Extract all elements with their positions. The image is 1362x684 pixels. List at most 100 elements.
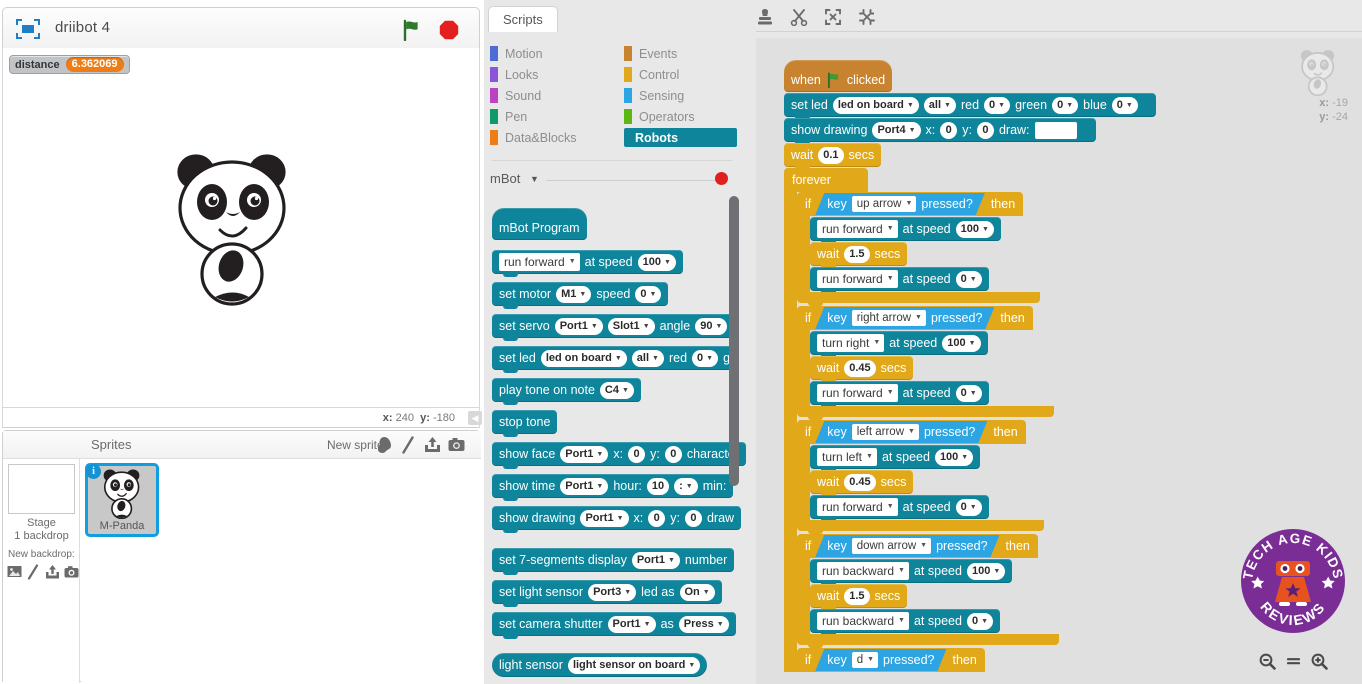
palette-block-set-light-sensor-led[interactable]: set light sensor Port3 ▼ led as On ▼ <box>492 580 722 607</box>
palette-block-stop-tone[interactable]: stop tone <box>492 410 558 437</box>
upload-backdrop-icon[interactable] <box>45 564 60 580</box>
category-sensing[interactable]: Sensing <box>624 86 690 105</box>
category-operators[interactable]: Operators <box>624 107 701 126</box>
if-header-d-key[interactable]: if key d ▼ pressed? then <box>797 648 985 672</box>
wait-value-input[interactable]: 1.5 <box>844 587 870 605</box>
block-run-backward-0[interactable]: run backward ▼ at speed 0 ▼ <box>810 609 1001 636</box>
block-wait[interactable]: wait 1.5 secs <box>810 242 908 269</box>
category-data-blocks[interactable]: Data&Blocks <box>490 128 583 147</box>
led-red-value[interactable]: 0 ▼ <box>984 96 1011 114</box>
palette-block-set-camera-shutter[interactable]: set camera shutter Port1 ▼ as Press ▼ <box>492 612 736 639</box>
palette-block-set-motor[interactable]: set motor M1 ▼ speed 0 ▼ <box>492 282 669 309</box>
speed-dropdown[interactable]: 0 ▼ <box>955 384 982 402</box>
motor-action-dropdown[interactable]: run forward ▼ <box>817 498 898 516</box>
if-header-left-arrow[interactable]: if key left arrow ▼ pressed? then <box>797 420 1026 444</box>
palette-block-show-face[interactable]: show face Port1 ▼ x: 0 y: 0 character <box>492 442 746 469</box>
speed-dropdown[interactable]: 100 ▼ <box>934 448 974 466</box>
speed-dropdown[interactable]: 0 ▼ <box>966 612 994 630</box>
motor-action-dropdown[interactable]: run forward ▼ <box>817 270 898 288</box>
block-show-drawing[interactable]: show drawing Port4 ▼ x: 0 y: 0 draw: <box>784 118 1096 145</box>
palette-block-show-drawing[interactable]: show drawing Port1 ▼ x: 0 y: 0 draw <box>492 506 742 533</box>
drawing-y-input[interactable]: 0 <box>684 509 702 527</box>
palette-block-mbot-program[interactable]: mBot Program <box>492 208 587 240</box>
block-run-forward-0[interactable]: run forward ▼ at speed 0 ▼ <box>810 381 989 408</box>
paint-backdrop-icon[interactable] <box>26 564 41 580</box>
zoom-in-icon[interactable] <box>1311 653 1328 670</box>
presentation-mode-icon[interactable] <box>15 18 41 40</box>
speed-dropdown[interactable]: 100 ▼ <box>966 562 1006 580</box>
drawing-x-input[interactable]: 0 <box>648 509 666 527</box>
stamp-icon[interactable] <box>756 8 774 26</box>
stop-sign-icon[interactable] <box>439 20 459 40</box>
if-header-right-arrow[interactable]: if key right arrow ▼ pressed? then <box>797 306 1033 330</box>
block-if-right-arrow[interactable]: if key right arrow ▼ pressed? then turn … <box>797 306 1059 420</box>
script-stack[interactable]: when clicked set led led on board ▼ all ▼ … <box>784 60 1156 672</box>
block-forever[interactable]: forever if key up arrow ▼ pressed? then … <box>784 168 1156 672</box>
face-port-dropdown[interactable]: Port1 ▼ <box>560 445 609 463</box>
category-control[interactable]: Control <box>624 65 685 84</box>
wait-value-input[interactable]: 0.45 <box>844 359 876 377</box>
block-if-up-arrow[interactable]: if key up arrow ▼ pressed? then run forw… <box>797 192 1059 306</box>
block-set-led[interactable]: set led led on board ▼ all ▼ red 0 ▼ green … <box>784 93 1156 120</box>
palette-scrollbar[interactable] <box>729 196 739 486</box>
upload-sprite-icon[interactable] <box>424 436 441 454</box>
block-turn-right-100[interactable]: turn right ▼ at speed 100 ▼ <box>810 331 988 358</box>
block-when-flag-clicked[interactable]: when clicked <box>784 60 893 92</box>
panda-sprite[interactable] <box>163 146 303 306</box>
block-if-left-arrow[interactable]: if key left arrow ▼ pressed? then turn l… <box>797 420 1059 534</box>
led-device-dropdown[interactable]: led on board ▼ <box>540 349 627 367</box>
chevron-down-icon[interactable]: ▼ <box>530 174 539 184</box>
face-y-input[interactable]: 0 <box>664 445 682 463</box>
drawing-matrix-input[interactable] <box>1034 121 1077 139</box>
face-x-input[interactable]: 0 <box>628 445 646 463</box>
drawing-port-dropdown[interactable]: Port4 ▼ <box>872 121 921 139</box>
block-run-backward-100[interactable]: run backward ▼ at speed 100 ▼ <box>810 559 1013 586</box>
time-hour-input[interactable]: 10 <box>646 477 670 495</box>
servo-angle-dropdown[interactable]: 90 ▼ <box>695 317 728 335</box>
camera-backdrop-icon[interactable] <box>64 564 79 580</box>
time-separator-dropdown[interactable]: : ▼ <box>674 477 698 495</box>
scripts-canvas[interactable]: x: -19 y: -24 when clicked set led led o… <box>756 38 1362 684</box>
time-port-dropdown[interactable]: Port1 ▼ <box>560 477 609 495</box>
category-looks[interactable]: Looks <box>490 65 544 84</box>
light-sensor-source-dropdown[interactable]: light sensor on board ▼ <box>567 656 701 674</box>
wait-value-input[interactable]: 1.5 <box>844 245 870 263</box>
camera-action-dropdown[interactable]: Press ▼ <box>678 615 729 633</box>
motor-speed-dropdown[interactable]: 0 ▼ <box>635 285 662 303</box>
block-key-pressed[interactable]: key left arrow ▼ pressed? <box>815 421 987 443</box>
palette-block-play-tone[interactable]: play tone on note C4 ▼ <box>492 378 641 405</box>
motor-action-dropdown[interactable]: run forward ▼ <box>499 253 580 271</box>
motor-action-dropdown[interactable]: run forward ▼ <box>817 220 898 238</box>
category-events[interactable]: Events <box>624 44 683 63</box>
speed-dropdown[interactable]: 100 ▼ <box>637 253 676 271</box>
servo-port-dropdown[interactable]: Port1 ▼ <box>554 317 603 335</box>
collapse-stage-button[interactable]: ◀ <box>468 411 482 425</box>
paint-sprite-icon[interactable] <box>400 436 417 454</box>
segments-port-dropdown[interactable]: Port1 ▼ <box>631 551 680 569</box>
block-key-pressed[interactable]: key down arrow ▼ pressed? <box>815 535 999 557</box>
block-wait-start[interactable]: wait 0.1 secs <box>784 143 882 170</box>
variable-watcher-distance[interactable]: distance 6.362069 <box>9 55 130 74</box>
shrink-icon[interactable] <box>858 8 876 26</box>
block-key-pressed[interactable]: key right arrow ▼ pressed? <box>815 307 994 329</box>
led-red-dropdown[interactable]: 0 ▼ <box>692 349 719 367</box>
motor-action-dropdown[interactable]: run backward ▼ <box>817 612 909 630</box>
stage-canvas[interactable]: distance 6.362069 <box>2 48 480 408</box>
speed-dropdown[interactable]: 100 ▼ <box>955 220 994 238</box>
motor-action-dropdown[interactable]: turn right ▼ <box>817 334 885 352</box>
wait-value-input[interactable]: 0.1 <box>818 146 844 164</box>
camera-port-dropdown[interactable]: Port1 ▼ <box>607 615 656 633</box>
palette-block-show-time[interactable]: show time Port1 ▼ hour: 10 : ▼ min: <box>492 474 734 501</box>
led-blue-value[interactable]: 0 ▼ <box>1111 96 1138 114</box>
sprite-tile-m-panda[interactable]: i M-Panda <box>85 463 159 537</box>
speed-dropdown[interactable]: 100 ▼ <box>942 334 981 352</box>
block-key-pressed[interactable]: key up arrow ▼ pressed? <box>815 193 985 215</box>
speed-dropdown[interactable]: 0 ▼ <box>955 270 982 288</box>
camera-sprite-icon[interactable] <box>448 436 465 454</box>
category-sound[interactable]: Sound <box>490 86 547 105</box>
led-position-dropdown[interactable]: all ▼ <box>923 96 956 114</box>
palette-block-run-forward[interactable]: run forward ▼ at speed 100 ▼ <box>492 250 683 277</box>
speed-dropdown[interactable]: 0 ▼ <box>955 498 982 516</box>
led-device-dropdown[interactable]: led on board ▼ <box>832 96 919 114</box>
servo-slot-dropdown[interactable]: Slot1 ▼ <box>607 317 655 335</box>
